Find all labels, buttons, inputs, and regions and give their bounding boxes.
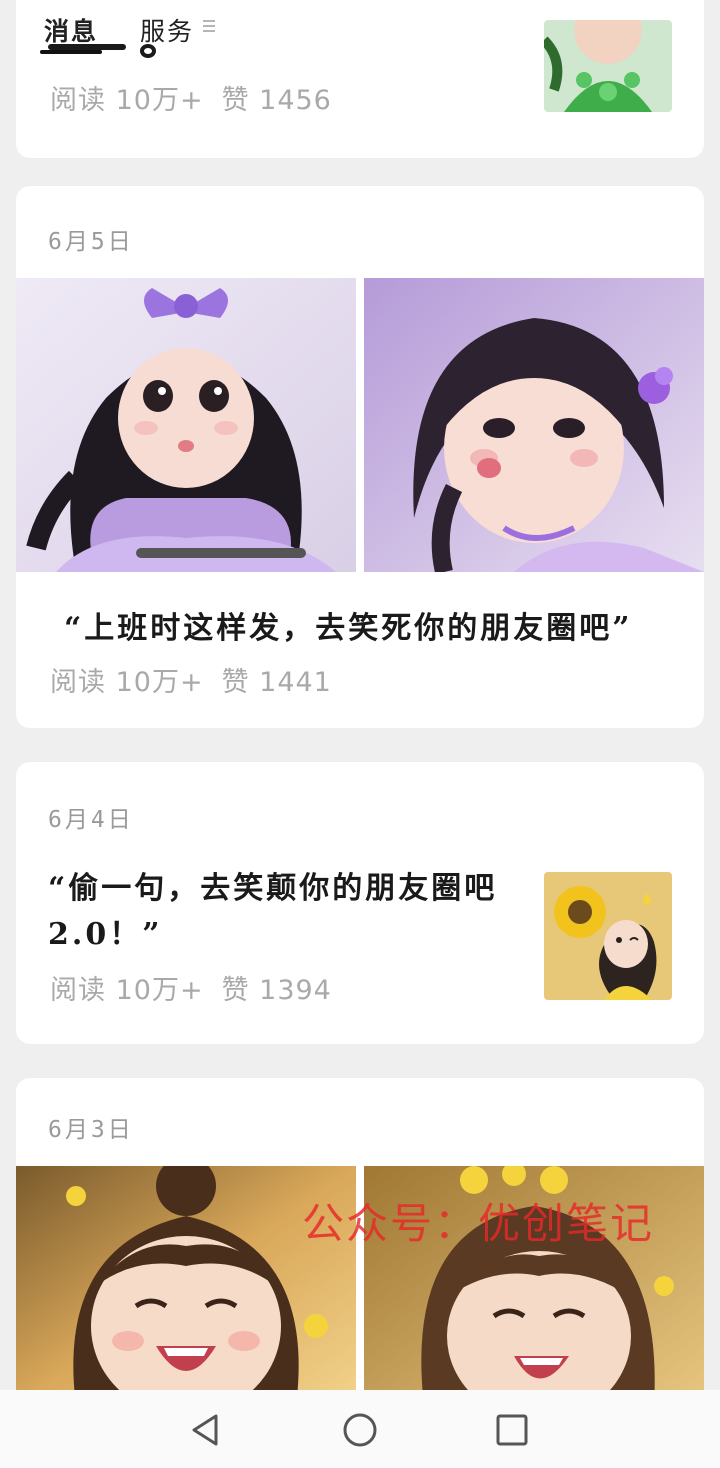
article-card[interactable]: 6月5日 “上班时这样发，去笑死你的朋友圈吧” 阅读 10万+ 赞 1441 [16,186,704,728]
system-navigation-bar [0,1390,720,1468]
article-meta: 阅读 10万+ 赞 1441 [50,660,332,699]
article-title-line: “偷一句，去笑颠你的朋友圈吧 [48,871,498,906]
back-icon[interactable] [186,1410,226,1450]
article-image-right[interactable] [364,278,704,572]
tab-messages[interactable]: 消息 [39,12,103,54]
article-image-left[interactable] [16,278,356,572]
like-count: 赞 1441 [221,667,332,698]
like-count: 赞 1456 [221,85,332,116]
top-tab-bar: 消息 服务 [0,0,720,60]
article-title[interactable]: “偷一句，去笑颠你的朋友圈吧 2.0！” [48,866,528,958]
article-title[interactable]: “上班时这样发，去笑死你的朋友圈吧” [64,606,633,652]
article-date: 6月5日 [48,229,134,255]
article-meta: 阅读 10万+ 赞 1456 [50,78,332,117]
recents-icon[interactable] [492,1410,532,1450]
menu-icon[interactable] [203,20,215,34]
home-icon[interactable] [340,1410,380,1450]
article-date: 6月3日 [48,1117,134,1143]
tab-services[interactable]: 服务 [140,12,194,48]
article-thumbnail[interactable] [544,872,672,1000]
article-meta: 阅读 10万+ 赞 1394 [50,968,332,1007]
watermark-text: 公众号：优创笔记 [302,1199,655,1248]
read-count: 阅读 10万+ [50,667,204,698]
like-count: 赞 1394 [221,975,332,1006]
article-card[interactable]: 6月4日 “偷一句，去笑颠你的朋友圈吧 2.0！” 阅读 10万+ 赞 1394 [16,762,704,1044]
article-title-line: 2.0！” [48,917,163,952]
article-date: 6月4日 [48,807,134,833]
read-count: 阅读 10万+ [50,975,204,1006]
read-count: 阅读 10万+ [50,85,204,116]
